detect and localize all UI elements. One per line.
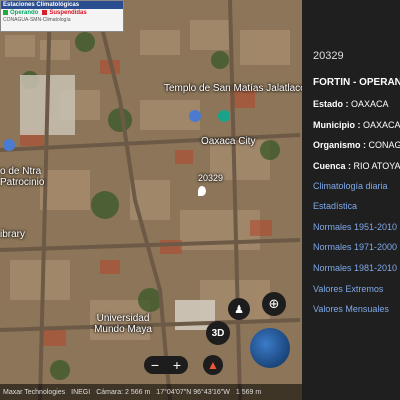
- estado-label: Estado :: [313, 99, 349, 109]
- church-icon[interactable]: [3, 139, 15, 151]
- link-normales-1951-2010[interactable]: Normales 1951-2010: [313, 222, 397, 232]
- inegi-credit: INEGI: [71, 388, 91, 396]
- estado-value: OAXACA: [351, 99, 389, 109]
- suspended-chip: [42, 10, 48, 15]
- place-oaxaca-city[interactable]: Oaxaca City: [201, 136, 255, 147]
- link-normales-1971-2000[interactable]: Normales 1971-2000: [313, 242, 397, 252]
- view-3d-button[interactable]: 3D: [206, 321, 230, 345]
- station-legend: Estaciones Climatológicas Operando Suspe…: [0, 0, 124, 32]
- street-view-icon[interactable]: ♟: [228, 298, 250, 320]
- my-location-icon[interactable]: ⊕: [262, 292, 286, 316]
- station-label[interactable]: 20329: [198, 173, 223, 184]
- municipio-value: OAXACA DE JUAREZ: [363, 120, 400, 130]
- field-cuenca: Cuenca : RIO ATOYAC: [313, 161, 400, 171]
- zoom-in-button[interactable]: +: [173, 357, 181, 373]
- station-info-panel: 20329 FORTIN - OPERANDO Estado : OAXACA …: [302, 0, 400, 400]
- station-id: 20329: [313, 50, 344, 62]
- cuenca-label: Cuenca :: [313, 161, 352, 171]
- legend-suspended: Suspendidas: [42, 10, 87, 17]
- legend-operating-label: Operando: [10, 10, 39, 17]
- zoom-control: − +: [144, 356, 188, 374]
- station-name: FORTIN - OPERANDO: [313, 77, 400, 88]
- legend-title: Estaciones Climatológicas: [1, 1, 123, 9]
- legend-suspended-label: Suspendidas: [49, 10, 87, 17]
- map-status-bar: Maxar Technologies INEGI Cámara: 2 566 m…: [0, 384, 302, 400]
- zoom-out-button[interactable]: −: [151, 357, 159, 373]
- link-estadistica[interactable]: Estadística: [313, 201, 357, 211]
- place-nra-patrocinio[interactable]: o de Ntra Patrocinio: [0, 166, 55, 188]
- organismo-label: Organismo :: [313, 140, 367, 150]
- link-valores-extremos[interactable]: Valores Extremos: [313, 284, 383, 294]
- satellite-map[interactable]: Estaciones Climatológicas Operando Suspe…: [0, 0, 302, 400]
- camera-altitude: Cámara: 2 566 m: [96, 388, 151, 396]
- municipio-label: Municipio :: [313, 120, 361, 130]
- organismo-value: CONAGUA: [368, 140, 400, 150]
- elevation: 1 569 m: [235, 388, 262, 396]
- cuenca-value: RIO ATOYAC: [353, 161, 400, 171]
- imagery-credit: Maxar Technologies: [3, 388, 66, 396]
- field-municipio: Municipio : OAXACA DE JUAREZ: [313, 120, 400, 130]
- compass-icon[interactable]: ▲: [203, 355, 223, 375]
- station-marker-icon[interactable]: [198, 186, 206, 196]
- museum-icon[interactable]: [218, 110, 230, 122]
- legend-operating: Operando: [3, 10, 38, 16]
- church-icon[interactable]: [189, 110, 201, 122]
- legend-source: CONAGUA-SMN-Climatología: [3, 17, 71, 24]
- place-library[interactable]: ibrary: [0, 229, 25, 240]
- link-valores-mensuales[interactable]: Valores Mensuales: [313, 304, 389, 314]
- place-templo[interactable]: Templo de San Matías Jalatlaco: [164, 83, 302, 94]
- operating-chip: [3, 10, 8, 15]
- place-universidad[interactable]: Universidad Mundo Maya: [93, 313, 153, 335]
- coordinates: 17°04'07"N 96°43'16"W: [156, 388, 230, 396]
- field-organismo: Organismo : CONAGUA: [313, 140, 400, 150]
- field-estado: Estado : OAXACA: [313, 99, 389, 109]
- link-normales-1981-2010[interactable]: Normales 1981-2010: [313, 263, 397, 273]
- link-climatologia-diaria[interactable]: Climatología diaria: [313, 181, 388, 191]
- globe-icon[interactable]: [250, 328, 290, 368]
